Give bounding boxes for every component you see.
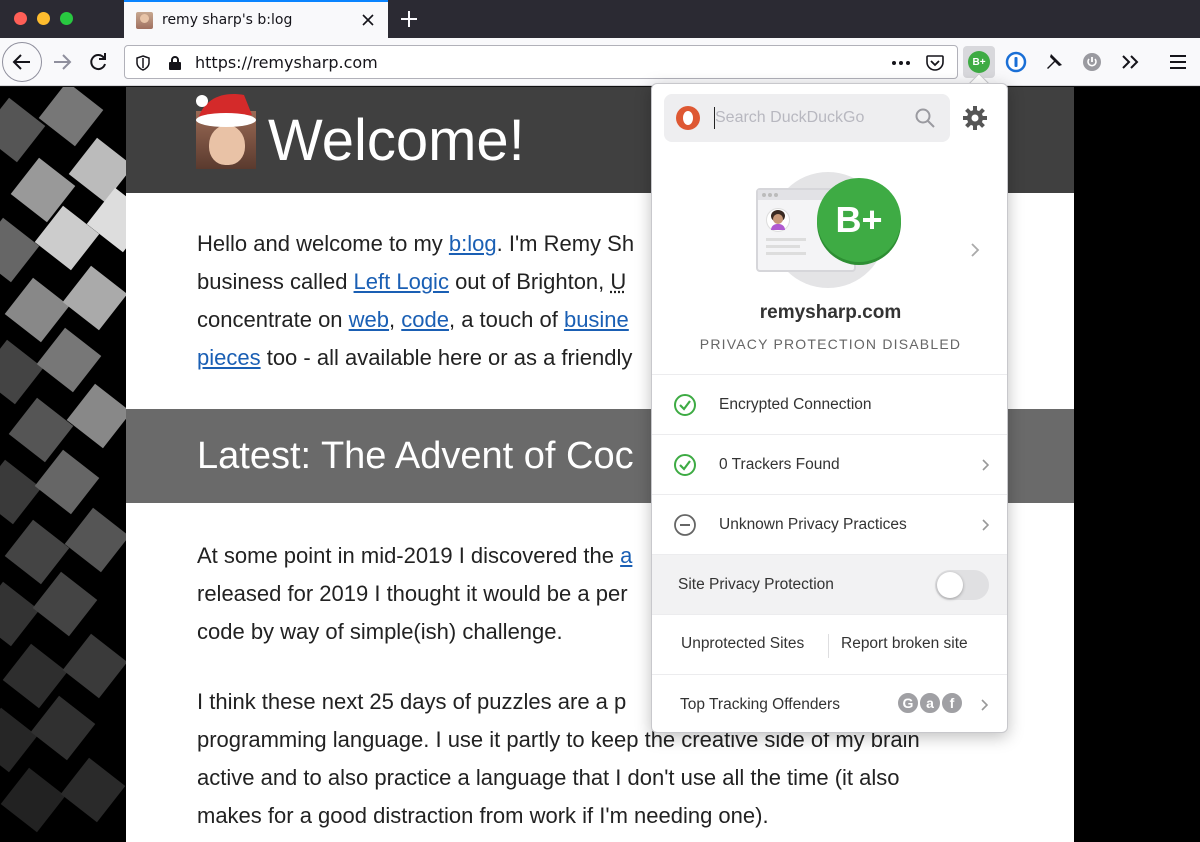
encrypted-connection-row: Encrypted Connection: [652, 374, 1007, 434]
latest-post-title[interactable]: Latest: The Advent of Coc: [197, 435, 634, 478]
background-pattern: [0, 87, 126, 842]
close-window-button[interactable]: [14, 12, 27, 25]
lock-icon[interactable]: [165, 53, 185, 73]
site-protection-toggle[interactable]: [935, 570, 989, 600]
url-bar[interactable]: https://remysharp.com: [124, 45, 958, 79]
chevron-right-icon: [971, 243, 980, 257]
back-button[interactable]: [2, 42, 42, 82]
site-domain: remysharp.com: [759, 302, 902, 323]
tracking-shield-icon[interactable]: [133, 53, 153, 73]
gear-icon[interactable]: [960, 103, 990, 133]
pattern-tile: [64, 507, 126, 573]
url-text[interactable]: https://remysharp.com: [195, 53, 378, 72]
pattern-tile: [0, 581, 40, 647]
privacy-practices-row[interactable]: Unknown Privacy Practices: [652, 494, 1007, 554]
pattern-tile: [38, 87, 104, 147]
pattern-tile: [0, 217, 40, 283]
encrypted-connection-label: Encrypted Connection: [719, 395, 872, 413]
forward-button[interactable]: [44, 44, 80, 80]
back-arrow-icon: [12, 54, 30, 70]
pocket-icon[interactable]: [925, 53, 945, 73]
pattern-tile: [0, 97, 46, 163]
unprotected-sites-link[interactable]: Unprotected Sites: [681, 635, 804, 653]
navigation-toolbar: https://remysharp.com B+: [0, 38, 1200, 86]
tab-bar: remy sharp's b:log: [0, 0, 1200, 38]
grade-summary[interactable]: B+ remysharp.com PRIVACY PROTECTION DISA…: [652, 154, 1007, 354]
minimize-window-button[interactable]: [37, 12, 50, 25]
divider: [828, 634, 829, 658]
protection-status: PRIVACY PROTECTION DISABLED: [699, 336, 962, 352]
body-line: released for 2019 I thought it would be …: [197, 581, 628, 606]
pattern-tile: [0, 459, 42, 525]
page-actions-icon[interactable]: [891, 53, 911, 73]
search-icon[interactable]: [914, 107, 936, 129]
ddg-grade-badge: B+: [968, 51, 990, 73]
page-viewport: Welcome! Hello and welcome to my b:log. …: [0, 87, 1200, 842]
search-input[interactable]: Search DuckDuckGo: [715, 109, 864, 127]
reload-icon: [90, 53, 106, 71]
left-logic-link[interactable]: Left Logic: [354, 269, 449, 294]
check-circle-icon: [674, 453, 696, 476]
trackers-row[interactable]: 0 Trackers Found: [652, 434, 1007, 494]
web-link[interactable]: web: [349, 307, 389, 332]
top-offenders-row[interactable]: Top Tracking Offenders G a f: [652, 674, 1007, 732]
pattern-tile: [0, 767, 66, 833]
code-link[interactable]: code: [401, 307, 449, 332]
body-line: makes for a good distraction from work i…: [197, 803, 769, 828]
intro-line-2: business called Left Logic out of Bright…: [197, 269, 627, 294]
chevron-right-icon: [982, 458, 989, 471]
body-line: active and to also practice a language t…: [197, 765, 900, 790]
pattern-tile: [0, 339, 44, 405]
facebook-tracker-icon: f: [940, 691, 964, 715]
new-tab-icon[interactable]: [396, 6, 422, 32]
google-tracker-icon: G: [896, 691, 920, 715]
maximize-window-button[interactable]: [60, 12, 73, 25]
active-tab[interactable]: remy sharp's b:log: [124, 0, 388, 38]
site-protection-row: Site Privacy Protection: [652, 554, 1007, 614]
hamburger-menu-icon[interactable]: [1160, 44, 1196, 80]
business-link[interactable]: busine: [564, 307, 629, 332]
body-line: At some point in mid-2019 I discovered t…: [197, 543, 633, 568]
tab-title: remy sharp's b:log: [162, 12, 293, 28]
forward-arrow-icon: [54, 54, 72, 70]
toggle-knob: [937, 572, 963, 598]
site-favicon-icon: [136, 11, 153, 29]
privacy-grade: B+: [817, 178, 901, 262]
pattern-tile: [60, 757, 126, 823]
pattern-tile: [0, 707, 38, 773]
onepassword-extension-icon[interactable]: [998, 44, 1034, 80]
ddg-privacy-popup: Search DuckDuckGo B+ remysharp.com PRIVA…: [651, 83, 1008, 733]
body-line: code by way of simple(ish) challenge.: [197, 619, 563, 644]
report-broken-site-link[interactable]: Report broken site: [841, 635, 968, 653]
chevron-right-icon: [982, 518, 989, 531]
advent-link[interactable]: a: [620, 543, 632, 568]
tab-close-icon[interactable]: [356, 8, 380, 32]
minus-circle-icon: [674, 513, 696, 536]
intro-line-4: pieces too - all available here or as a …: [197, 345, 633, 370]
intro-line-3: concentrate on web, code, a touch of bus…: [197, 307, 629, 332]
pin-extension-icon[interactable]: [1036, 44, 1072, 80]
welcome-title: Welcome!: [268, 108, 525, 173]
uk-abbr: U: [610, 269, 627, 294]
blog-link[interactable]: b:log: [449, 231, 497, 256]
duckduckgo-logo-icon: [676, 106, 700, 130]
check-circle-icon: [674, 393, 696, 416]
power-extension-icon[interactable]: [1074, 44, 1110, 80]
privacy-practices-label: Unknown Privacy Practices: [719, 515, 907, 533]
reload-button[interactable]: [80, 44, 116, 80]
pattern-tile: [66, 383, 126, 449]
overflow-menu-icon[interactable]: [1112, 44, 1148, 80]
body-line: I think these next 25 days of puzzles ar…: [197, 689, 627, 714]
ddg-search-box[interactable]: Search DuckDuckGo: [664, 94, 950, 142]
santa-hat-icon: [196, 94, 256, 127]
chevron-right-icon: [981, 699, 988, 711]
pattern-tile: [62, 633, 126, 699]
pattern-tile: [36, 327, 102, 393]
links-row: Unprotected Sites Report broken site: [652, 614, 1007, 674]
intro-line-1: Hello and welcome to my b:log. I'm Remy …: [197, 231, 635, 256]
pattern-tile: [62, 265, 126, 331]
pieces-link[interactable]: pieces: [197, 345, 261, 370]
amazon-tracker-icon: a: [918, 691, 942, 715]
trackers-label: 0 Trackers Found: [719, 455, 840, 473]
